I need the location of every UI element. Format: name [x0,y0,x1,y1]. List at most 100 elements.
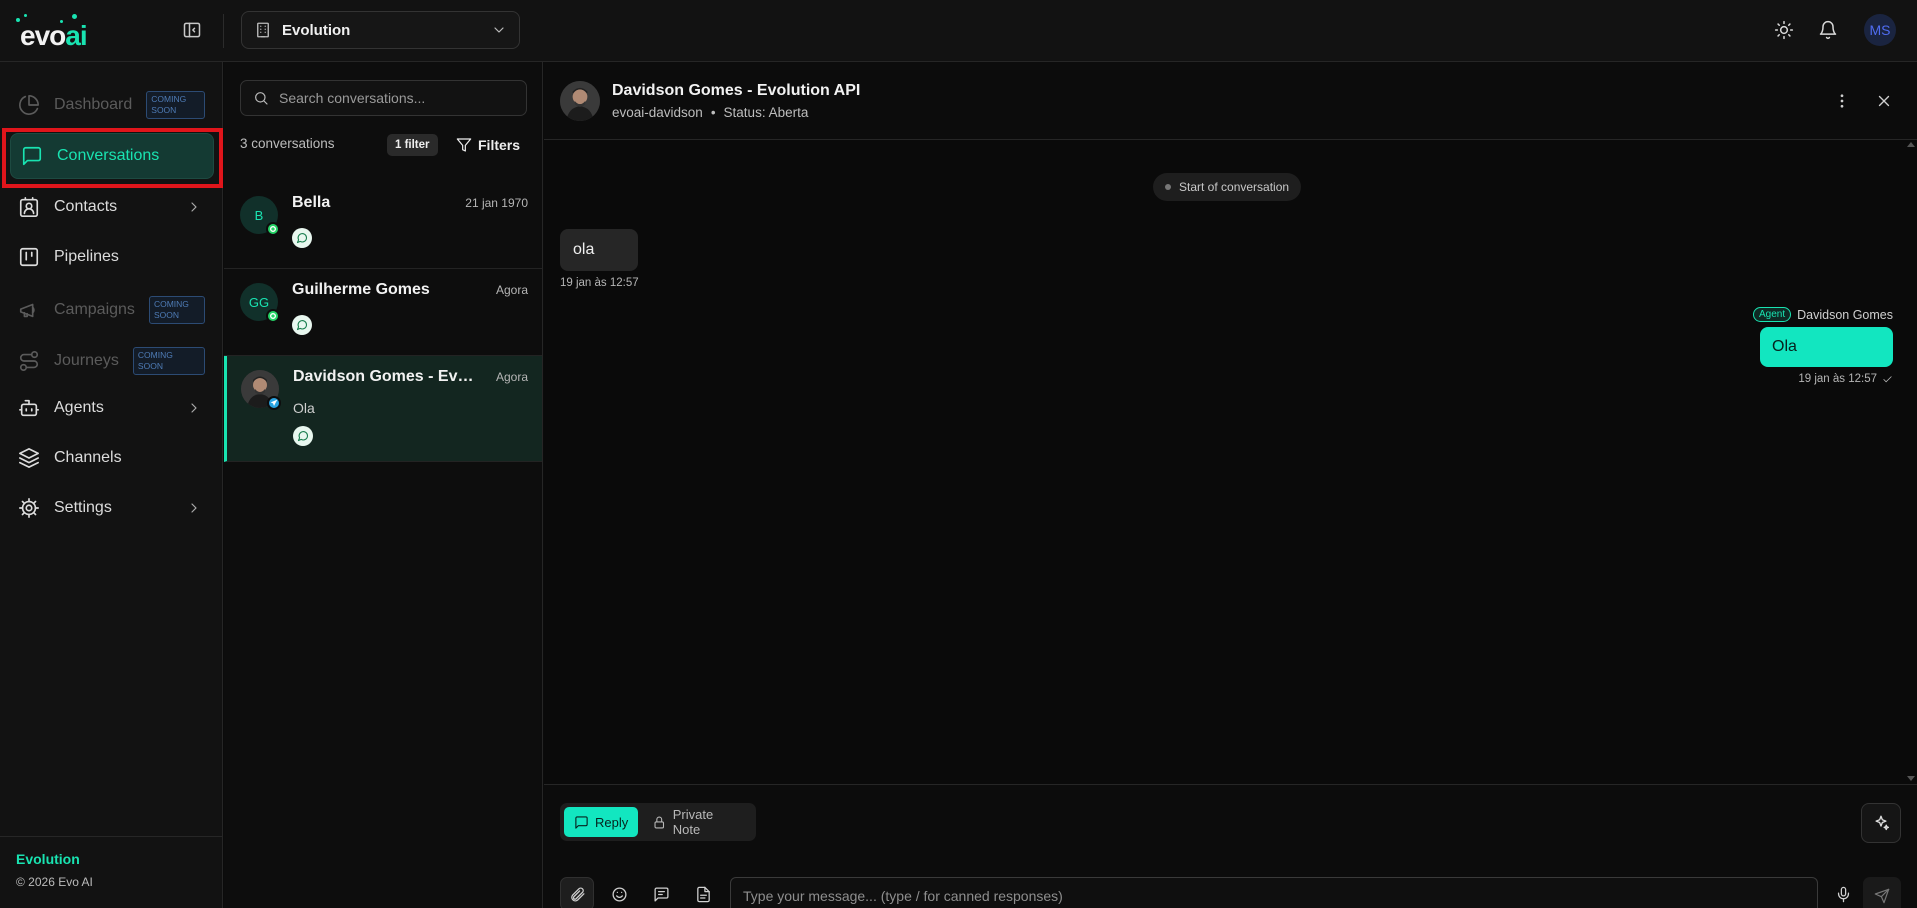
microphone-button[interactable] [1826,877,1860,908]
composer-mode-toggle: Reply Private Note [560,803,756,841]
more-vertical-icon[interactable] [1833,92,1851,110]
sidebar: Dashboard COMING SOON Conversations Cont… [0,62,223,908]
user-avatar[interactable]: MS [1864,14,1896,46]
footer-copyright: © 2026 Evo AI [16,875,93,889]
sparkles-icon [1875,815,1890,831]
message-composer: Reply Private Note [544,784,1917,908]
sidebar-item-label: Conversations [57,147,160,164]
conversation-time: Agora [495,370,528,384]
search-icon [255,92,268,105]
message-timestamp: 19 jan às 12:57 [560,277,639,289]
reply-tab[interactable]: Reply [564,807,639,837]
scroll-up-arrow[interactable] [1907,142,1915,147]
start-label: Start of conversation [1179,180,1290,194]
chevron-right-icon [191,503,197,513]
check-icon [1883,375,1892,382]
message-time: 19 jan às 12:57 [1798,373,1877,385]
sun-icon[interactable] [1774,20,1794,40]
chevron-right-icon [191,202,197,212]
template-button[interactable] [686,877,720,908]
sidebar-item-label: Channels [54,449,122,466]
message-sender: Agent Davidson Gomes [1752,307,1893,322]
conversation-preview: Ola [293,400,315,416]
sender-name: Davidson Gomes [1797,307,1893,322]
search-input[interactable] [279,90,514,106]
active-filter-badge[interactable]: 1 filter [387,134,438,156]
separator-dot: • [710,105,716,120]
sidebar-item-settings[interactable]: Settings [8,485,215,531]
close-icon[interactable] [1875,92,1893,110]
conversation-time: 21 jan 1970 [465,196,528,210]
sidebar-item-contacts[interactable]: Contacts [8,184,215,230]
evoai-logo[interactable]: evoai [16,14,96,50]
conversation-name: Guilherme Gomes [292,281,430,298]
sidebar-item-campaigns: Campaigns COMING SOON [8,287,215,333]
conversation-status: Status: Aberta [723,105,809,120]
message-timestamp: 19 jan às 12:57 [1798,373,1893,385]
gear-icon [19,498,39,518]
sidebar-item-label: Campaigns [54,301,135,318]
conversation-list: 3 conversations 1 filter Filters B Bella… [224,62,543,908]
message-square-icon [575,815,588,829]
incoming-message-bubble: ola [560,229,638,271]
private-note-tab[interactable]: Private Note [642,807,752,837]
emoji-button[interactable] [602,877,636,908]
workspace-selector[interactable]: Evolution [241,11,520,49]
paperclip-icon [570,887,585,901]
conversation-name: Bella [292,194,331,211]
ai-assist-button[interactable] [1861,803,1901,843]
inbox-name: evoai-davidson [612,105,703,120]
conversation-item-guilherme[interactable]: GG Guilherme Gomes Agora [224,269,542,356]
scroll-down-arrow[interactable] [1907,776,1915,781]
reply-label: Reply [595,814,629,830]
workspace-name: Evolution [282,21,351,39]
start-of-conversation-marker: Start of conversation [1153,173,1302,201]
chevron-down-icon [494,27,504,33]
chat-title: Davidson Gomes - Evolution API [612,82,861,99]
sidebar-item-agents[interactable]: Agents [8,385,215,431]
bell-icon[interactable] [1818,20,1838,40]
chevron-right-icon [191,403,197,413]
telegram-icon [267,396,281,410]
outgoing-message-bubble: Ola [1760,327,1893,367]
route-icon [19,351,39,371]
conversation-item-bella[interactable]: B Bella 21 jan 1970 [224,182,542,269]
message-input[interactable] [730,877,1818,908]
canned-response-button[interactable] [644,877,678,908]
sidebar-item-label: Journeys [54,352,119,369]
conversation-name: Davidson Gomes - Evolution API [293,368,483,385]
kanban-icon [19,247,39,267]
lock-icon [654,816,665,828]
file-text-icon [696,886,710,902]
conversation-count: 3 conversations [240,136,335,151]
attach-button[interactable] [560,877,594,908]
conversation-item-davidson[interactable]: Davidson Gomes - Evolution API Agora Ola [224,356,542,462]
megaphone-icon [19,303,35,318]
sidebar-item-channels[interactable]: Channels [8,435,215,481]
search-box [240,80,527,116]
sidebar-item-pipelines[interactable]: Pipelines [8,234,215,280]
filters-button[interactable]: Filters [456,132,520,158]
bot-icon [19,399,39,417]
message-lines-icon [653,886,669,902]
microphone-icon [1837,886,1849,902]
message-circle-icon [293,426,313,446]
coming-soon-badge: COMING SOON [148,296,205,324]
topbar-divider [223,14,224,48]
message-circle-icon [292,315,312,335]
sidebar-toggle-icon[interactable] [182,20,202,40]
whatsapp-icon [266,309,280,323]
filters-label: Filters [478,137,521,153]
chat-subtitle: evoai-davidson • Status: Aberta [612,105,808,120]
contact-avatar[interactable] [560,81,600,121]
sidebar-item-label: Agents [54,399,104,416]
sidebar-item-label: Pipelines [54,248,119,265]
sidebar-item-conversations[interactable]: Conversations [10,133,214,179]
footer-org-name: Evolution [16,851,80,867]
coming-soon-badge: COMING SOON [132,347,205,375]
agent-badge: Agent [1752,307,1792,322]
send-button[interactable] [1863,877,1901,908]
top-bar: evoai Evolution MS [0,0,1917,62]
contact-icon [19,197,39,217]
sidebar-item-label: Settings [54,499,112,516]
